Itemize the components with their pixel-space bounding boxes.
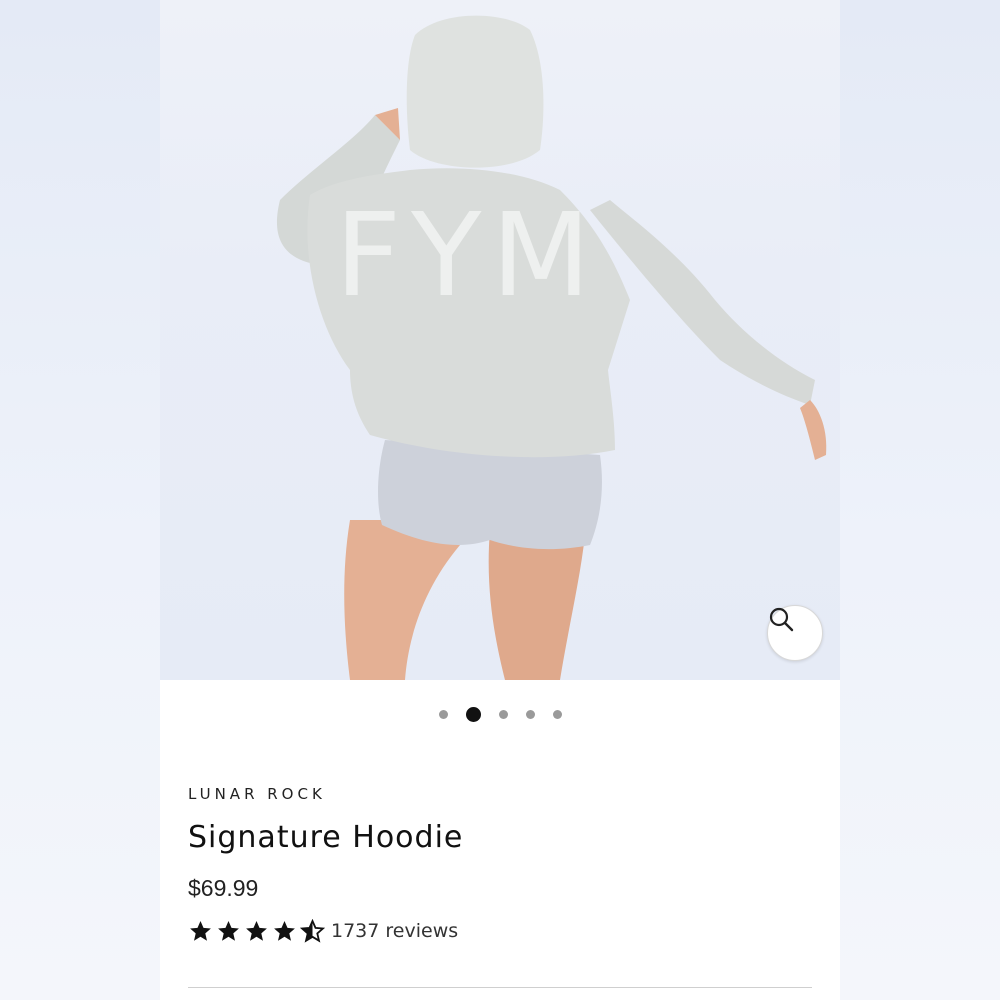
right-backdrop (840, 0, 1000, 1000)
pagination-dot-3[interactable] (498, 709, 508, 719)
right-hand (800, 400, 827, 460)
star-rating (188, 919, 325, 943)
product-rating[interactable]: 1737 reviews (188, 917, 458, 945)
search-icon (769, 607, 794, 632)
star-full-icon (218, 921, 239, 941)
star-half-icon (300, 919, 325, 943)
zoom-button[interactable] (767, 605, 823, 661)
pagination-dot-5[interactable] (552, 709, 562, 719)
right-leg (488, 530, 585, 680)
product-image[interactable]: FYM (160, 0, 840, 680)
shorts (378, 440, 602, 550)
product-card: FYM LUNAR ROCK Signature Hoodie $69.99 1… (160, 0, 840, 1000)
divider (188, 987, 812, 988)
back-print: FYM (335, 189, 601, 323)
product-title: Signature Hoodie (188, 820, 464, 855)
product-vendor[interactable]: LUNAR ROCK (188, 785, 326, 803)
star-full-icon (274, 921, 295, 941)
left-backdrop (0, 0, 160, 1000)
hoodie-photo: FYM (276, 15, 827, 680)
pagination-dot-4[interactable] (525, 709, 535, 719)
pagination-dot-1[interactable] (438, 709, 448, 719)
hood (406, 15, 544, 168)
image-pagination (160, 704, 840, 724)
left-leg (344, 520, 460, 680)
star-full-icon (190, 921, 211, 941)
reviews-count[interactable]: 1737 reviews (331, 920, 458, 942)
star-full-icon (246, 921, 267, 941)
pagination-dot-2-active[interactable] (465, 706, 481, 722)
product-price: $69.99 (188, 875, 259, 901)
